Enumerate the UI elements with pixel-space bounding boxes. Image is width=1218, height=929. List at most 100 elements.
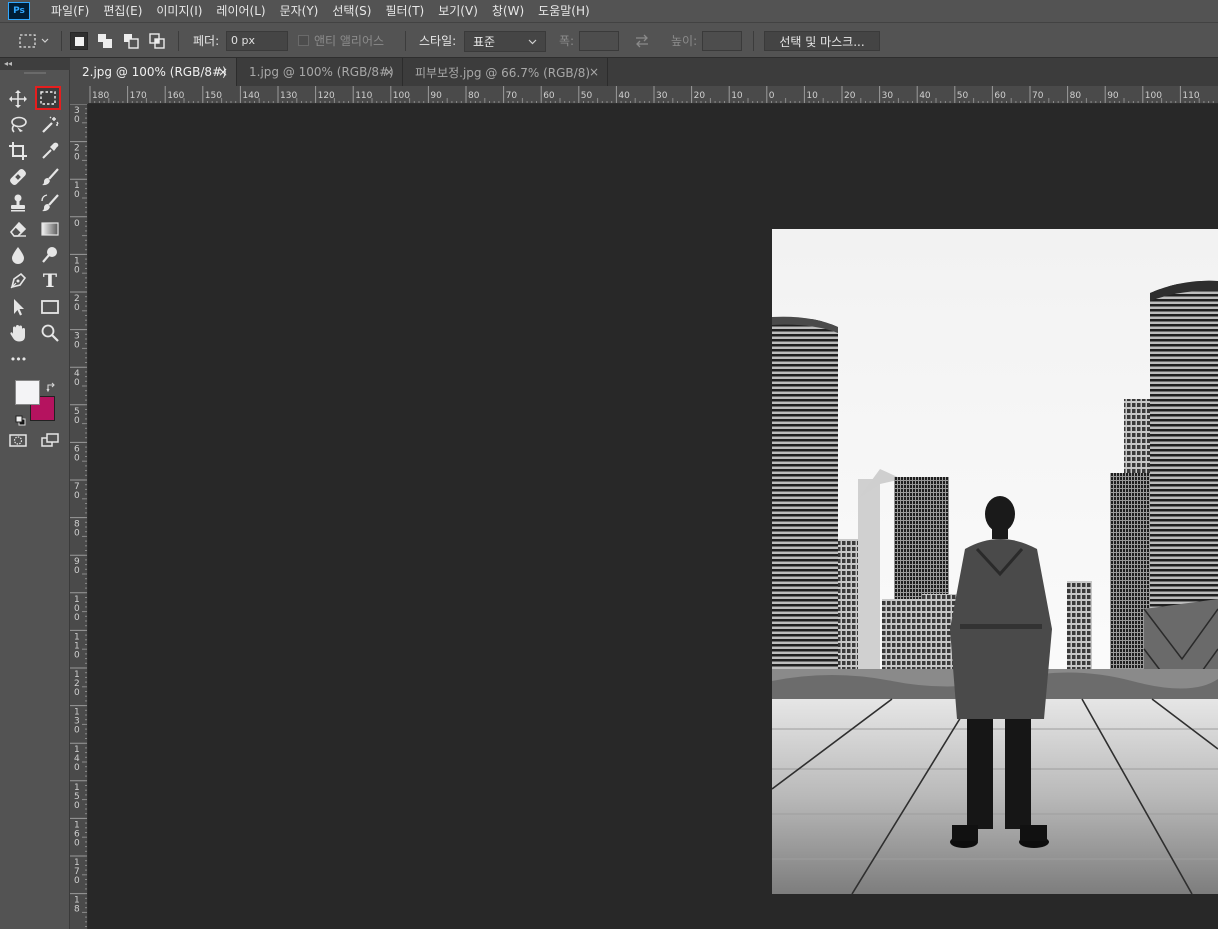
- close-icon[interactable]: ×: [384, 65, 394, 79]
- dodge-tool-icon[interactable]: [37, 243, 63, 267]
- tool-preset-picker[interactable]: [18, 23, 50, 58]
- ruler-label: 0: [74, 378, 80, 388]
- ruler-label: 80: [1070, 91, 1082, 101]
- more-tools-icon[interactable]: •••: [5, 347, 31, 371]
- ruler-label: 70: [506, 91, 518, 101]
- ruler-label: 0: [769, 91, 775, 101]
- ruler-label: 0: [74, 726, 80, 736]
- close-icon[interactable]: ×: [218, 65, 228, 79]
- height-input[interactable]: [702, 31, 742, 51]
- document-image[interactable]: [772, 229, 1218, 894]
- zoom-tool-icon[interactable]: [37, 321, 63, 345]
- lasso-tool-icon[interactable]: [5, 113, 31, 137]
- menu-type[interactable]: 문자(Y): [273, 0, 326, 22]
- subtract-from-selection-icon[interactable]: [122, 32, 140, 50]
- select-and-mask-button[interactable]: 선택 및 마스크...: [764, 31, 880, 51]
- antialias-checkbox-box[interactable]: [298, 35, 309, 46]
- separator: [178, 31, 179, 51]
- menu-view[interactable]: 보기(V): [431, 0, 485, 22]
- screen-mode-icon[interactable]: [37, 428, 63, 452]
- rectangular-marquee-icon[interactable]: [35, 86, 61, 110]
- menu-select[interactable]: 선택(S): [325, 0, 378, 22]
- eyedropper-icon[interactable]: [37, 139, 63, 163]
- magic-wand-icon[interactable]: [37, 113, 63, 137]
- menu-help[interactable]: 도움말(H): [531, 0, 597, 22]
- width-input[interactable]: [579, 31, 619, 51]
- hand-tool-icon[interactable]: [5, 321, 31, 345]
- path-selection-icon[interactable]: [5, 295, 31, 319]
- move-tool-icon[interactable]: [5, 87, 31, 111]
- swap-colors-icon[interactable]: [46, 378, 57, 397]
- feather-input[interactable]: 0 px: [226, 31, 288, 51]
- ruler-label: 120: [318, 91, 335, 101]
- antialias-checkbox[interactable]: 앤티 앨리어스: [298, 23, 384, 58]
- history-brush-icon[interactable]: [37, 191, 63, 215]
- foreground-color-swatch[interactable]: [15, 380, 40, 405]
- intersect-selection-icon[interactable]: [148, 32, 166, 50]
- ruler-label: 70: [1032, 91, 1044, 101]
- ruler-label: 60: [994, 91, 1006, 101]
- menu-window[interactable]: 창(W): [485, 0, 531, 22]
- swap-width-height-icon[interactable]: [634, 23, 650, 58]
- tab-2jpg[interactable]: 2.jpg @ 100% (RGB/8#) ×: [70, 58, 237, 86]
- collapse-panel-icon[interactable]: ◂◂: [0, 58, 70, 70]
- ruler-label: 60: [543, 91, 555, 101]
- blur-tool-icon[interactable]: [5, 243, 31, 267]
- ruler-label: 40: [618, 91, 630, 101]
- crop-tool-icon[interactable]: [5, 139, 31, 163]
- close-icon[interactable]: ×: [589, 65, 599, 79]
- rectangle-tool-icon[interactable]: [37, 295, 63, 319]
- ruler-label: 0: [74, 416, 80, 426]
- ruler-label: 0: [74, 566, 80, 576]
- style-select-value: 표준: [473, 35, 496, 49]
- eraser-icon[interactable]: [5, 217, 31, 241]
- photoshop-logo-icon: Ps: [8, 2, 30, 20]
- menu-bar: Ps 파일(F) 편집(E) 이미지(I) 레이어(L) 문자(Y) 선택(S)…: [0, 0, 1218, 22]
- separator: [405, 31, 406, 51]
- add-to-selection-icon[interactable]: [96, 32, 114, 50]
- new-selection-icon[interactable]: [70, 32, 88, 50]
- ruler-label: 20: [694, 91, 706, 101]
- vertical-ruler[interactable]: 3020100102030405060708090100110120130140…: [70, 104, 88, 929]
- ruler-label: 0: [74, 688, 80, 698]
- menu-file[interactable]: 파일(F): [44, 0, 96, 22]
- height-label: 높이:: [671, 34, 698, 48]
- style-select[interactable]: 표준: [464, 31, 546, 52]
- photoshop-window: Ps 파일(F) 편집(E) 이미지(I) 레이어(L) 문자(Y) 선택(S)…: [0, 0, 1218, 929]
- ruler-origin[interactable]: [70, 86, 88, 104]
- tab-1jpg[interactable]: 1.jpg @ 100% (RGB/8#) ×: [237, 58, 403, 86]
- ruler-label: 100: [1145, 91, 1162, 101]
- tool-options-bar: 페더: 0 px 앤티 앨리어스 스타일: 표준 폭: 높이: 선택 및 마스크…: [0, 22, 1218, 58]
- ruler-label: 20: [844, 91, 856, 101]
- separator: [753, 31, 754, 51]
- tab-label: 피부보정.jpg @ 66.7% (RGB/8): [415, 65, 591, 80]
- width-label: 폭:: [559, 34, 575, 48]
- menu-layer[interactable]: 레이어(L): [209, 0, 272, 22]
- gradient-tool-icon[interactable]: [37, 217, 63, 241]
- marquee-preset-icon: [19, 33, 49, 48]
- ruler-label: 0: [74, 115, 80, 125]
- menu-image[interactable]: 이미지(I): [149, 0, 209, 22]
- healing-brush-icon[interactable]: [5, 165, 31, 189]
- quick-mask-icon[interactable]: [5, 428, 31, 452]
- menu-filter[interactable]: 필터(T): [378, 0, 431, 22]
- antialias-label: 앤티 앨리어스: [314, 34, 385, 48]
- horizontal-ruler-ticks: 180 170 160 150 140 130 120 110 100 90 80 70 60 50 40 3…: [89, 86, 1214, 103]
- clone-stamp-icon[interactable]: [5, 191, 31, 215]
- ruler-label: 140: [242, 91, 259, 101]
- ruler-label: 0: [74, 650, 80, 660]
- tab-skin-retouch[interactable]: 피부보정.jpg @ 66.7% (RGB/8) ×: [403, 58, 608, 86]
- pen-tool-icon[interactable]: [5, 269, 31, 293]
- brush-tool-icon[interactable]: [37, 165, 63, 189]
- ruler-label: 0: [74, 453, 80, 463]
- ruler-label: 50: [581, 91, 593, 101]
- type-tool-icon[interactable]: T: [37, 269, 63, 293]
- document-canvas[interactable]: [89, 105, 1218, 929]
- ruler-label: 40: [919, 91, 931, 101]
- horizontal-ruler[interactable]: 180 170 160 150 140 130 120 110 100 90 80 70 60 50 40 3…: [88, 86, 1218, 104]
- feather-label: 페더:: [193, 34, 220, 48]
- panel-grip[interactable]: [24, 72, 46, 74]
- ruler-label: 10: [806, 91, 818, 101]
- ruler-label: 90: [1107, 91, 1119, 101]
- menu-edit[interactable]: 편집(E): [96, 0, 149, 22]
